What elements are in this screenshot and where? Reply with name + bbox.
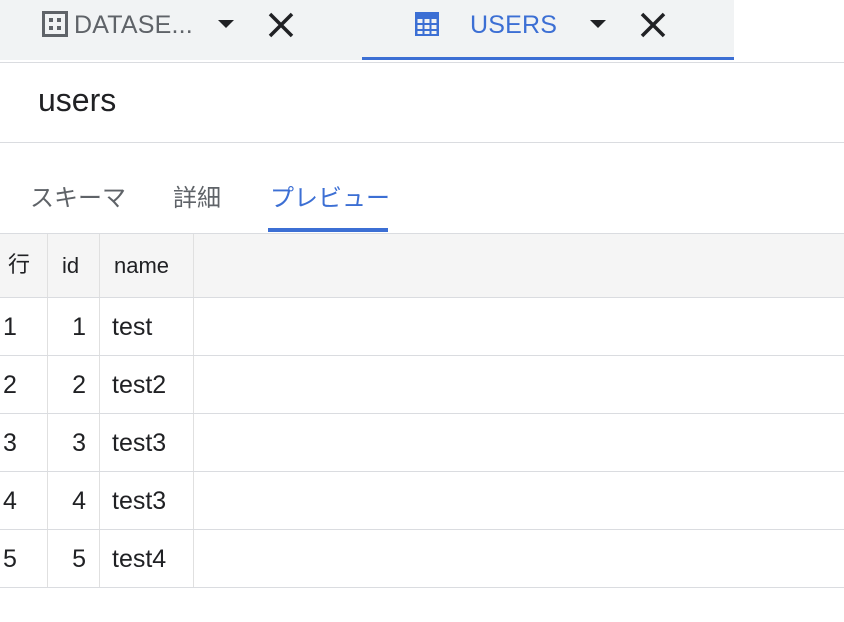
column-header-name: name — [114, 253, 170, 278]
cell-id: 1 — [72, 313, 86, 341]
column-divider — [47, 298, 48, 355]
cell-name: test3 — [112, 487, 167, 515]
cell-id: 4 — [72, 487, 86, 515]
cell-id: 5 — [72, 545, 86, 573]
column-divider — [99, 298, 100, 355]
column-divider — [47, 472, 48, 529]
column-divider — [47, 356, 48, 413]
table-row: 2 2 test2 — [0, 356, 844, 414]
column-divider — [193, 472, 194, 529]
column-divider — [99, 530, 100, 587]
cell-name: test3 — [112, 429, 167, 457]
cell-name: test2 — [112, 371, 167, 399]
row-number: 1 — [3, 313, 17, 341]
title-area: users — [0, 62, 844, 143]
table-row: 5 5 test4 — [0, 530, 844, 588]
table-row: 1 1 test — [0, 298, 844, 356]
page-title: users — [38, 82, 117, 118]
preview-table: 行 id name 1 1 test 2 2 test2 3 3 test3 4… — [0, 233, 844, 588]
cell-name: test — [112, 313, 153, 341]
cell-name: test4 — [112, 545, 167, 573]
column-header-row: 行 — [8, 253, 31, 278]
tab-users[interactable]: USERS — [362, 0, 734, 60]
tab-strip: DATASE... USERS — [0, 0, 844, 63]
column-header-id: id — [62, 253, 80, 278]
column-divider — [47, 530, 48, 587]
row-number: 4 — [3, 487, 17, 515]
row-number: 5 — [3, 545, 17, 573]
column-divider — [193, 530, 194, 587]
chevron-down-icon[interactable] — [218, 18, 234, 30]
detail-tabs: スキーマ 詳細 プレビュー — [0, 143, 844, 233]
tab-details[interactable]: 詳細 — [173, 183, 221, 213]
active-tab-indicator — [268, 228, 388, 232]
dataset-icon — [42, 11, 68, 37]
table-row: 4 4 test3 — [0, 472, 844, 530]
tab-users-label: USERS — [470, 11, 558, 39]
cell-id: 3 — [72, 429, 86, 457]
column-divider — [99, 356, 100, 413]
row-number: 2 — [3, 371, 17, 399]
column-divider — [99, 414, 100, 471]
column-divider — [47, 414, 48, 471]
close-icon[interactable] — [638, 10, 668, 40]
table-icon — [414, 11, 440, 37]
column-divider — [193, 414, 194, 471]
tab-dataset-label: DATASE... — [74, 11, 193, 39]
cell-id: 2 — [72, 371, 86, 399]
column-divider[interactable] — [47, 234, 48, 297]
column-divider — [193, 298, 194, 355]
tab-schema[interactable]: スキーマ — [30, 183, 126, 213]
column-divider[interactable] — [99, 234, 100, 297]
tab-preview[interactable]: プレビュー — [270, 183, 390, 213]
column-divider — [99, 472, 100, 529]
close-icon[interactable] — [266, 10, 296, 40]
row-number: 3 — [3, 429, 17, 457]
column-divider — [193, 356, 194, 413]
chevron-down-icon[interactable] — [590, 18, 606, 30]
table-row: 3 3 test3 — [0, 414, 844, 472]
column-divider[interactable] — [193, 234, 194, 297]
table-header: 行 id name — [0, 234, 844, 298]
tab-dataset[interactable]: DATASE... — [0, 0, 362, 60]
